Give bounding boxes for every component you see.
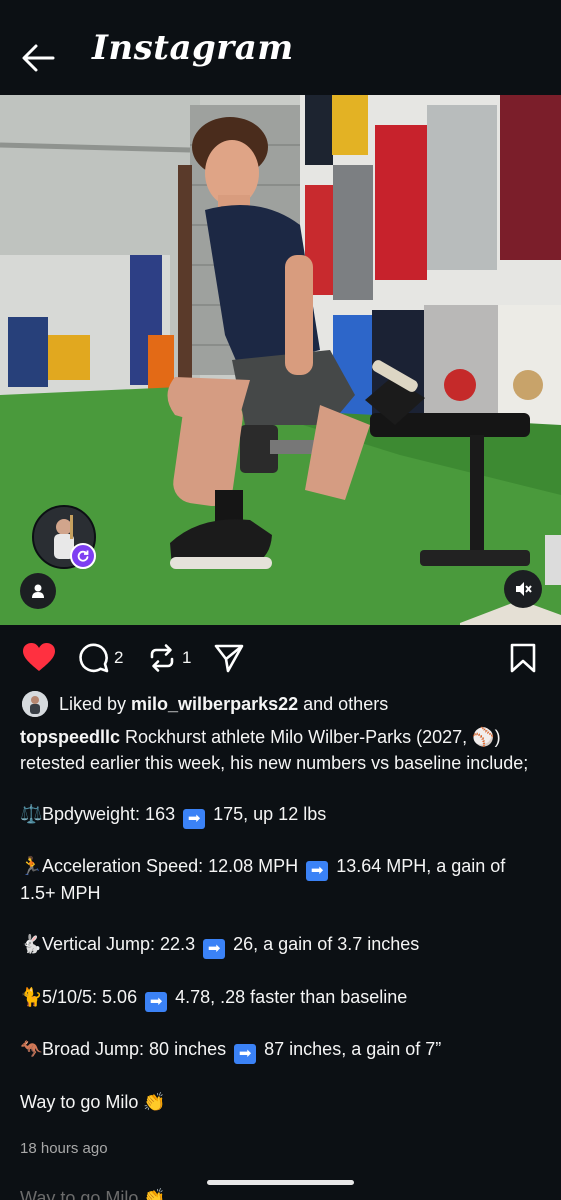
rabbit-icon: 🐇 bbox=[20, 934, 43, 954]
arrow-left-icon bbox=[22, 44, 55, 72]
right-arrow-icon: ➡ bbox=[145, 991, 168, 1012]
post-timestamp: 18 hours ago bbox=[20, 1140, 108, 1157]
right-arrow-icon: ➡ bbox=[234, 1044, 257, 1064]
author-username[interactable]: topspeedllc bbox=[20, 727, 120, 747]
liked-by-suffix[interactable]: and others bbox=[303, 694, 388, 715]
stat-line: 🐈5/10/5: 5.06 ➡ 4.78, .28 faster than ba… bbox=[20, 986, 408, 1012]
repost-badge bbox=[70, 543, 96, 569]
comment-button[interactable]: 2 bbox=[78, 642, 123, 674]
liked-by-user[interactable]: milo_wilberparks22 bbox=[131, 694, 298, 715]
stat-line: 🐇Vertical Jump: 22.3 ➡ 26, a gain of 3.7… bbox=[20, 934, 420, 959]
kangaroo-icon: 🦘 bbox=[20, 1039, 43, 1059]
comment-bubble-icon bbox=[79, 643, 109, 673]
next-content-peek: Way to go Milo 👏 bbox=[20, 1188, 166, 1200]
share-button[interactable] bbox=[213, 642, 245, 674]
comment-count: 2 bbox=[114, 648, 124, 667]
like-button[interactable] bbox=[22, 642, 56, 672]
repost-button[interactable]: 1 bbox=[146, 642, 191, 674]
bookmark-icon bbox=[510, 643, 536, 673]
stat-line: 🦘Broad Jump: 80 inches ➡ 87 inches, a ga… bbox=[20, 1039, 442, 1064]
tagged-users-button[interactable] bbox=[20, 573, 56, 609]
app-header: Instagram bbox=[0, 0, 561, 95]
home-indicator[interactable] bbox=[207, 1180, 354, 1185]
liker-avatar bbox=[22, 691, 48, 717]
runner-icon: 🏃 bbox=[20, 856, 43, 876]
right-arrow-icon: ➡ bbox=[203, 939, 226, 959]
save-button[interactable] bbox=[508, 642, 538, 674]
stat-line: ⚖️Bpdyweight: 163 ➡ 175, up 12 lbs bbox=[20, 803, 327, 829]
liked-by-row[interactable]: Liked by milo_wilberparks22 and others bbox=[22, 690, 388, 718]
liked-by-prefix: Liked by bbox=[59, 693, 127, 714]
mute-button[interactable] bbox=[504, 570, 542, 608]
paper-plane-icon bbox=[214, 644, 244, 673]
stat-line: 🏃Acceleration Speed: 12.08 MPH ➡ 13.64 M… bbox=[20, 856, 506, 903]
heart-filled-icon bbox=[23, 643, 55, 671]
repost-arrows-icon bbox=[150, 644, 174, 672]
scale-icon: ⚖️ bbox=[20, 803, 43, 824]
right-arrow-icon: ➡ bbox=[183, 808, 206, 829]
caption-closing: Way to go Milo 👏 bbox=[20, 1091, 166, 1112]
cat-icon: 🐈 bbox=[20, 986, 43, 1007]
right-arrow-icon: ➡ bbox=[306, 861, 329, 881]
post-actions: 2 1 bbox=[0, 636, 561, 680]
speaker-muted-icon bbox=[516, 582, 532, 596]
app-title: Instagram bbox=[92, 28, 294, 68]
refresh-icon bbox=[77, 550, 89, 562]
repost-count: 1 bbox=[182, 648, 192, 667]
back-button[interactable] bbox=[20, 38, 60, 78]
person-icon bbox=[32, 584, 44, 598]
post-caption: topspeedllc Rockhurst athlete Milo Wilbe… bbox=[20, 725, 545, 1115]
